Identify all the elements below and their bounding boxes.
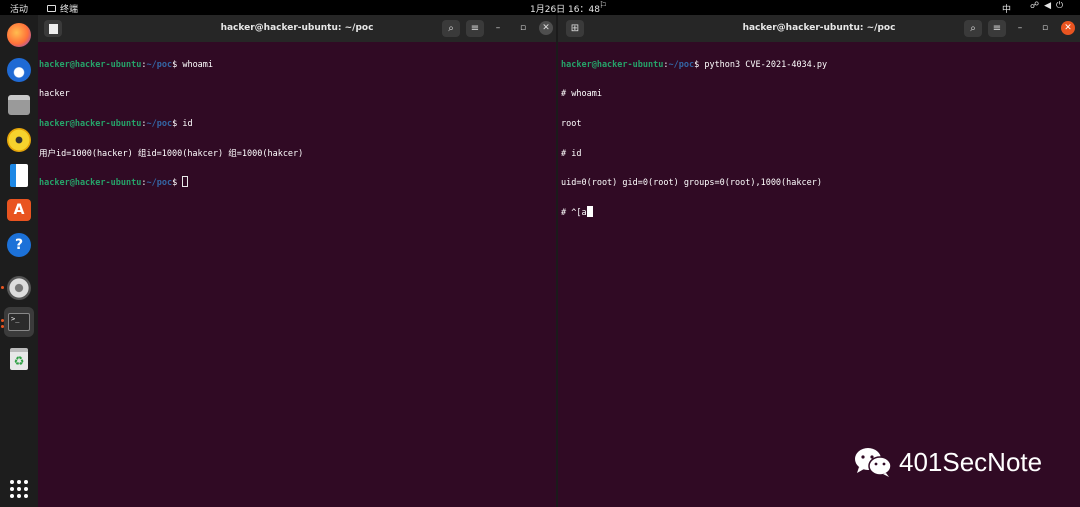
app-menu-label: 终端 (60, 5, 79, 15)
maximize-icon: ▫ (1041, 23, 1049, 33)
prompt-user: hacker@hacker-ubuntu (561, 59, 664, 70)
terminal-output[interactable]: hacker@hacker-ubuntu:~/poc$ python3 CVE-… (561, 43, 1080, 250)
dock-terminal[interactable]: >_ (4, 307, 34, 337)
command-text: whoami (182, 59, 214, 70)
search-icon: ⌕ (448, 23, 454, 34)
help-icon: ? (7, 233, 31, 257)
menu-button[interactable]: ≡ (466, 20, 484, 37)
files-icon (8, 95, 30, 115)
dock-firefox[interactable] (4, 20, 34, 50)
dock-show-apps[interactable] (4, 474, 34, 504)
minimize-button[interactable]: – (491, 21, 505, 35)
terminal-line: hacker@hacker-ubuntu:~/poc$ python3 CVE-… (561, 59, 828, 70)
app-menu[interactable]: 终端 (47, 2, 78, 15)
show-apps-icon (10, 480, 28, 498)
titlebar[interactable]: ⊞ hacker@hacker-ubuntu: ~/poc ⌕ ≡ – ▫ ✕ (558, 15, 1080, 42)
dock-files[interactable] (4, 90, 34, 120)
menu-button[interactable]: ≡ (988, 20, 1006, 37)
close-button[interactable]: ✕ (1061, 21, 1075, 35)
prompt-user: hacker@hacker-ubuntu (39, 178, 142, 189)
terminal-window-left[interactable]: hacker@hacker-ubuntu: ~/poc ⌕ ≡ – ▫ ✕ ha… (38, 15, 556, 507)
dock-rhythmbox[interactable] (4, 125, 34, 155)
trash-icon: ♻ (10, 348, 28, 370)
dock-trash[interactable]: ♻ (4, 344, 34, 374)
dock-writer[interactable] (4, 160, 34, 190)
system-status-menu[interactable]: ☍ ◀ ⏻ (1030, 1, 1063, 11)
terminal-line: hacker@hacker-ubuntu:~/poc$ (39, 176, 555, 191)
prompt-user: hacker@hacker-ubuntu (39, 59, 142, 70)
terminal-icon: >_ (8, 313, 30, 331)
maximize-button[interactable]: ▫ (1038, 21, 1052, 35)
terminal-window-right[interactable]: ⊞ hacker@hacker-ubuntu: ~/poc ⌕ ≡ – ▫ ✕ … (556, 15, 1080, 507)
close-icon: ✕ (1064, 23, 1072, 33)
watermark: 401SecNote (853, 446, 1042, 478)
dock-help[interactable]: ? (4, 230, 34, 260)
terminal-line: hacker@hacker-ubuntu:~/poc$ whoami (39, 59, 214, 70)
terminal-line: uid=0(root) gid=0(root) groups=0(root),1… (561, 178, 822, 189)
dock-app-center[interactable]: A (4, 195, 34, 225)
app-center-icon: A (7, 199, 31, 221)
text-cursor (182, 176, 189, 188)
wechat-logo-icon (855, 448, 892, 477)
thunderbird-icon (7, 58, 31, 82)
terminal-running-indicator-2 (1, 325, 4, 328)
dock-thunderbird[interactable] (4, 55, 34, 85)
writer-icon (10, 163, 28, 187)
prompt-path: ~/poc (146, 59, 173, 70)
minimize-icon: – (495, 23, 501, 33)
activities-button[interactable]: 活动 (10, 2, 28, 15)
terminal-app-icon (47, 5, 56, 12)
clock[interactable]: 1月26日 16：48 (530, 2, 600, 15)
search-button[interactable]: ⌕ (964, 20, 982, 37)
terminal-input-text: # ^[a (561, 207, 587, 218)
power-icon: ⏻ (1056, 1, 1064, 11)
maximize-icon: ▫ (519, 23, 527, 33)
top-panel: 活动 终端 1月26日 16：48 ⚐ 中 ☍ ◀ ⏻ (0, 0, 1080, 15)
terminal-output[interactable]: hacker@hacker-ubuntu:~/poc$ whoami hacke… (39, 43, 555, 221)
command-text: id (182, 118, 193, 129)
dock-settings[interactable] (4, 273, 34, 303)
dock: A ? >_ ♻ (0, 15, 38, 507)
terminal-line: # ^[a (561, 205, 1080, 221)
hamburger-icon: ≡ (992, 23, 1002, 34)
prompt-user: hacker@hacker-ubuntu (39, 118, 142, 129)
minimize-button[interactable]: – (1013, 21, 1027, 35)
terminal-running-indicator (1, 319, 4, 322)
minimize-icon: – (1017, 23, 1023, 33)
maximize-button[interactable]: ▫ (516, 21, 530, 35)
close-icon: ✕ (542, 23, 550, 33)
search-button[interactable]: ⌕ (442, 20, 460, 37)
rhythmbox-icon (7, 128, 31, 152)
terminal-line: 用户id=1000(hacker) 组id=1000(hakcer) 组=100… (39, 148, 304, 159)
prompt-path: ~/poc (146, 178, 173, 189)
search-icon: ⌕ (970, 23, 976, 34)
prompt-path: ~/poc (668, 59, 695, 70)
text-cursor (586, 205, 593, 217)
terminal-line: # id (561, 148, 582, 159)
network-icon: ☍ (1030, 1, 1040, 11)
watermark-text: 401SecNote (899, 446, 1043, 477)
firefox-icon (7, 23, 31, 47)
settings-icon (7, 276, 31, 300)
hamburger-icon: ≡ (470, 23, 480, 34)
prompt-path: ~/poc (146, 118, 173, 129)
settings-running-indicator (1, 286, 4, 289)
notification-icon[interactable]: ⚐ (599, 1, 607, 11)
terminal-line: hacker (39, 89, 70, 100)
volume-icon: ◀ (1044, 1, 1052, 11)
titlebar[interactable]: hacker@hacker-ubuntu: ~/poc ⌕ ≡ – ▫ ✕ (38, 15, 556, 42)
input-method-indicator[interactable]: 中 (1002, 2, 1011, 15)
terminal-line: # whoami (561, 89, 602, 100)
terminal-line: hacker@hacker-ubuntu:~/poc$ id (39, 118, 193, 129)
terminal-line: root (561, 118, 582, 129)
close-button[interactable]: ✕ (539, 21, 553, 35)
command-text: python3 CVE-2021-4034.py (704, 59, 828, 70)
